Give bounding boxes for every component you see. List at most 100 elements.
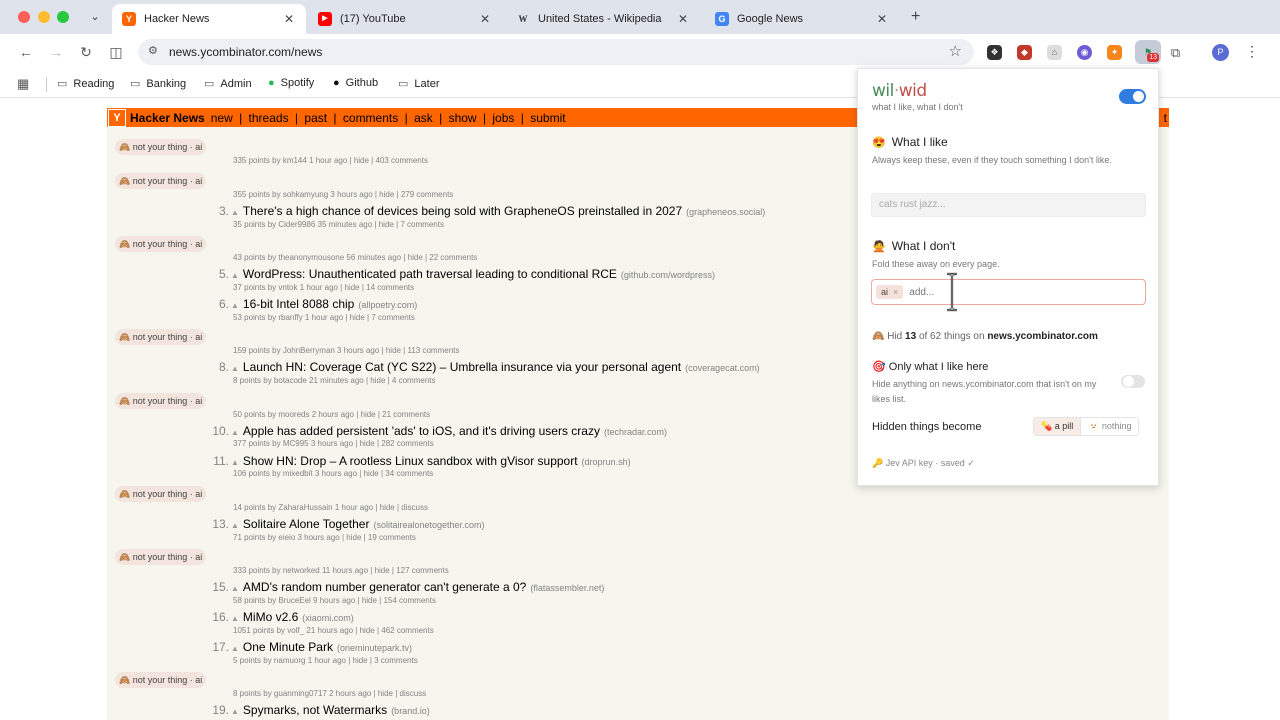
story-title-link[interactable]: Spymarks, not Watermarks — [243, 703, 387, 717]
reload-icon[interactable]: ↻ — [77, 43, 95, 61]
upvote-arrow-icon[interactable]: ▲ — [231, 707, 239, 716]
apps-grid-icon[interactable]: ▦ — [17, 76, 29, 92]
tab-close-icon[interactable]: ✕ — [676, 12, 690, 26]
profile-avatar[interactable]: P — [1212, 44, 1229, 61]
option-nothing[interactable]: 🫥 nothing — [1080, 418, 1139, 435]
extension-fox-icon[interactable]: ✦ — [1107, 45, 1122, 60]
story-domain[interactable]: (brand.io) — [391, 706, 430, 716]
upvote-arrow-icon[interactable]: ▲ — [231, 521, 239, 530]
story-domain[interactable]: (allpoetry.com) — [358, 300, 417, 310]
tab-close-icon[interactable]: ✕ — [478, 12, 492, 26]
hidden-item-pill[interactable]: 🙈 not your thing · ai — [115, 549, 207, 565]
tab-hacker-news[interactable]: Y Hacker News ✕ — [112, 4, 306, 34]
extensions-puzzle-icon[interactable]: ⧉ — [1168, 45, 1183, 60]
likes-input[interactable]: cats rust jazz... — [871, 193, 1146, 217]
story-domain[interactable]: (grapheneos.social) — [686, 207, 765, 217]
story-title-link[interactable]: Launch HN: Coverage Cat (YC S22) – Umbre… — [243, 360, 681, 374]
api-key-status[interactable]: 🔑 Jev API key · saved ✓ — [872, 458, 975, 469]
maximize-window-button[interactable] — [57, 11, 69, 23]
story-title-link[interactable]: MiMo v2.6 — [243, 610, 298, 624]
bookmark-banking[interactable]: ▭ Banking — [130, 77, 186, 91]
bookmark-spotify[interactable]: ● Spotify — [268, 77, 314, 89]
story-title-link[interactable]: Show HN: Drop – A rootless Linux sandbox… — [243, 454, 578, 468]
upvote-arrow-icon[interactable]: ▲ — [231, 208, 239, 217]
tab-youtube[interactable]: ▶ (17) YouTube ✕ — [308, 4, 502, 34]
story-title-link[interactable]: WordPress: Unauthenticated path traversa… — [243, 267, 617, 281]
story-title-link[interactable]: AMD's random number generator can't gene… — [243, 580, 526, 594]
story-title-link[interactable]: Solitaire Alone Together — [243, 517, 370, 531]
nav-comments[interactable]: comments — [343, 111, 398, 125]
story-domain[interactable]: (flatassembler.net) — [530, 583, 604, 593]
login-link[interactable]: t — [1164, 111, 1167, 125]
tab-close-icon[interactable]: ✕ — [875, 12, 889, 26]
toggle-knob — [1123, 376, 1134, 387]
bookmark-label: Reading — [73, 77, 115, 90]
site-info-icon[interactable]: ⚙ — [148, 44, 158, 57]
extension-wilwid-icon[interactable]: ⚑ 13 — [1135, 40, 1161, 64]
nav-jobs[interactable]: jobs — [492, 111, 514, 125]
upvote-arrow-icon[interactable]: ▲ — [231, 458, 239, 467]
story-title-link[interactable]: Apple has added persistent 'ads' to iOS,… — [243, 424, 600, 438]
nav-ask[interactable]: ask — [414, 111, 433, 125]
bookmark-star-icon[interactable]: ☆ — [949, 42, 962, 60]
back-arrow-icon[interactable]: ← — [17, 43, 35, 61]
story-domain[interactable]: (droprun.sh) — [582, 457, 631, 467]
split-view-icon[interactable]: ◫ — [107, 43, 125, 61]
hidden-item-pill[interactable]: 🙈 not your thing · ai — [115, 173, 207, 189]
tab-google-news[interactable]: G Google News ✕ — [705, 4, 899, 34]
story-domain[interactable]: (github.com/wordpress) — [621, 270, 715, 280]
tab-wikipedia[interactable]: W United States - Wikipedia ✕ — [506, 4, 700, 34]
hidden-item-pill[interactable]: 🙈 not your thing · ai — [115, 672, 207, 688]
upvote-arrow-icon[interactable]: ▲ — [231, 271, 239, 280]
nav-submit[interactable]: submit — [530, 111, 565, 125]
new-tab-plus-icon[interactable]: + — [911, 8, 920, 26]
hidden-item-pill[interactable]: 🙈 not your thing · ai — [115, 329, 207, 345]
chip-remove-icon[interactable]: × — [893, 287, 898, 297]
story-domain[interactable]: (solitairealonetogether.com) — [373, 520, 484, 530]
bookmark-github[interactable]: ● Github — [333, 77, 378, 89]
story-title-link[interactable]: There's a high chance of devices being s… — [243, 204, 682, 218]
wilwid-logo: wil·wid — [872, 81, 927, 101]
bookmark-reading[interactable]: ▭ Reading — [57, 77, 115, 91]
dislike-add-field[interactable] — [909, 286, 970, 298]
upvote-arrow-icon[interactable]: ▲ — [231, 428, 239, 437]
minimize-window-button[interactable] — [38, 11, 50, 23]
upvote-arrow-icon[interactable]: ▲ — [231, 364, 239, 373]
dislikes-input[interactable]: ai × — [871, 279, 1146, 305]
extension-circle-icon[interactable]: ◉ — [1077, 45, 1092, 60]
forward-arrow-icon[interactable]: → — [47, 43, 65, 61]
upvote-arrow-icon[interactable]: ▲ — [231, 584, 239, 593]
bookmark-later[interactable]: ▭ Later — [398, 77, 439, 91]
story-domain[interactable]: (xiaomi.com) — [302, 613, 354, 623]
story-domain[interactable]: (oneminutepark.tv) — [337, 643, 412, 653]
hidden-item-pill[interactable]: 🙈 not your thing · ai — [115, 393, 207, 409]
upvote-arrow-icon[interactable]: ▲ — [231, 644, 239, 653]
story-title-link[interactable]: One Minute Park — [243, 640, 333, 654]
hidden-item-pill[interactable]: 🙈 not your thing · ai — [115, 486, 207, 502]
upvote-arrow-icon[interactable]: ▲ — [231, 301, 239, 310]
upvote-arrow-icon[interactable]: ▲ — [231, 614, 239, 623]
story-title-link[interactable]: 16-bit Intel 8088 chip — [243, 297, 354, 311]
nav-threads[interactable]: threads — [249, 111, 289, 125]
story-domain[interactable]: (techradar.com) — [604, 427, 667, 437]
bookmark-admin[interactable]: ▭ Admin — [204, 77, 252, 91]
nav-past[interactable]: past — [304, 111, 327, 125]
tab-search-icon[interactable]: ⌄ — [86, 8, 104, 26]
nav-new[interactable]: new — [211, 111, 233, 125]
address-bar[interactable]: ⚙ news.ycombinator.com/news ☆ — [138, 39, 974, 65]
hn-site-title[interactable]: Hacker News — [130, 111, 205, 125]
extension-bear-icon[interactable]: ❖ — [987, 45, 1002, 60]
hidden-item-pill[interactable]: 🙈 not your thing · ai — [115, 236, 207, 252]
extension-home-icon[interactable]: ⌂ — [1047, 45, 1062, 60]
nav-show[interactable]: show — [449, 111, 477, 125]
option-pill[interactable]: 💊 a pill — [1034, 418, 1081, 435]
hn-logo-icon[interactable]: Y — [108, 108, 126, 127]
extension-shield-icon[interactable]: ◆ — [1017, 45, 1032, 60]
extension-enabled-toggle[interactable] — [1119, 89, 1146, 104]
close-window-button[interactable] — [18, 11, 30, 23]
browser-menu-icon[interactable]: ⋮ — [1245, 43, 1259, 60]
hidden-item-pill[interactable]: 🙈 not your thing · ai — [115, 139, 207, 155]
tab-close-icon[interactable]: ✕ — [282, 12, 296, 26]
story-domain[interactable]: (coveragecat.com) — [685, 363, 760, 373]
only-like-toggle[interactable] — [1121, 375, 1145, 388]
